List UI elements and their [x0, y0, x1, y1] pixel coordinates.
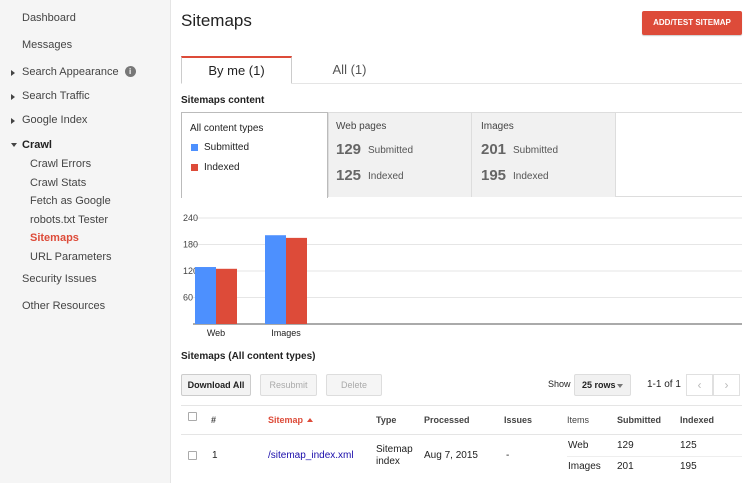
table-top-border [181, 405, 742, 406]
legend-submitted: Submitted [204, 142, 250, 153]
submitted-count: 129 [336, 141, 362, 158]
chevron-down-icon[interactable] [11, 143, 17, 147]
y-tick-label: 60 [183, 293, 193, 303]
sort-ascending-icon [307, 418, 314, 422]
bar-indexed-images [286, 237, 307, 324]
submitted-label: Submitted [368, 145, 414, 156]
sidebar: Dashboard Messages Search Appearance i Se… [0, 0, 171, 483]
delete-button[interactable]: Delete [326, 374, 382, 396]
x-tick-label: Images [271, 328, 301, 338]
sitemap-bar-chart: 60120180240Web Images [183, 213, 742, 338]
y-tick-label: 180 [183, 240, 198, 250]
y-tick-label: 240 [183, 213, 198, 223]
rows-per-page-select[interactable]: 25 rows [574, 374, 631, 396]
item-web-indexed: 125 [680, 440, 697, 451]
tab-all[interactable]: All (1) [292, 56, 407, 84]
sidebar-item-messages[interactable]: Messages [22, 39, 72, 51]
sidebar-item-robots-tester[interactable]: robots.txt Tester [30, 214, 108, 226]
col-sitemap-label: Sitemap [268, 415, 304, 425]
sitemaps-content-heading: Sitemaps content [181, 95, 265, 106]
rows-value: 25 rows [582, 380, 616, 390]
row-num: 1 [212, 450, 218, 461]
sidebar-item-security-issues[interactable]: Security Issues [22, 273, 97, 285]
submitted-count: 201 [481, 141, 507, 158]
row-issues: - [506, 450, 510, 461]
sidebar-item-label: Search Appearance [22, 66, 119, 78]
chevron-right-icon[interactable] [11, 70, 15, 76]
bar-submitted-web [195, 267, 216, 324]
col-issues: Issues [504, 415, 533, 425]
indexed-count: 195 [481, 167, 507, 184]
indexed-label: Indexed [368, 171, 404, 182]
col-indexed: Indexed [680, 415, 715, 425]
sitemaps-table-heading: Sitemaps (All content types) [181, 351, 316, 362]
indexed-swatch [191, 164, 198, 171]
sidebar-item-google-index[interactable]: Google Index [22, 114, 87, 126]
col-processed: Processed [424, 415, 470, 425]
group-label: Images [481, 121, 514, 132]
previous-page-button[interactable]: ‹ [686, 374, 713, 396]
sitemap-link[interactable]: /sitemap_index.xml [268, 450, 354, 461]
content-type-web-pages[interactable]: Web pages 129 Submitted 125 Indexed [328, 113, 471, 197]
page-title: Sitemaps [181, 11, 252, 30]
next-page-button[interactable]: › [713, 374, 740, 396]
download-all-button[interactable]: Download All [181, 374, 251, 396]
col-sitemap[interactable]: Sitemap [268, 415, 314, 425]
indexed-count: 125 [336, 167, 362, 184]
content-type-all[interactable]: All content types Submitted Indexed [181, 112, 328, 198]
sidebar-item-sitemaps[interactable]: Sitemaps [30, 232, 79, 244]
bar-submitted-images [265, 235, 286, 324]
chevron-right-icon[interactable] [11, 94, 15, 100]
submitted-swatch [191, 144, 198, 151]
item-images: Images [568, 461, 601, 472]
sidebar-item-fetch-as-google[interactable]: Fetch as Google [30, 195, 111, 207]
chevron-right-icon[interactable] [11, 118, 15, 124]
sidebar-item-search-appearance[interactable]: Search Appearance i [22, 66, 136, 78]
add-test-sitemap-button[interactable]: ADD/TEST SITEMAP [642, 11, 742, 35]
submitted-label: Submitted [513, 145, 559, 156]
sidebar-item-crawl[interactable]: Crawl [22, 139, 52, 151]
item-images-submitted: 201 [617, 461, 634, 472]
item-divider [567, 456, 742, 457]
sidebar-item-url-parameters[interactable]: URL Parameters [30, 251, 112, 263]
row-type-line1: Sitemap [376, 444, 413, 455]
show-label: Show [548, 379, 571, 389]
bar-indexed-web [216, 268, 237, 324]
resubmit-button[interactable]: Resubmit [260, 374, 317, 396]
row-type-line2: index [376, 456, 400, 467]
select-all-checkbox[interactable] [188, 412, 197, 421]
x-tick-label: Web [207, 328, 225, 338]
col-submitted: Submitted [617, 415, 661, 425]
row-processed: Aug 7, 2015 [424, 450, 478, 461]
sidebar-item-other-resources[interactable]: Other Resources [22, 300, 105, 312]
item-web-submitted: 129 [617, 440, 634, 451]
chevron-down-icon [617, 384, 623, 388]
col-type: Type [376, 415, 397, 425]
row-checkbox[interactable] [188, 451, 197, 460]
sidebar-item-dashboard[interactable]: Dashboard [22, 12, 76, 24]
legend-indexed: Indexed [204, 162, 240, 173]
content-type-label: All content types [190, 123, 264, 134]
tab-by-me[interactable]: By me (1) [181, 56, 292, 84]
pagination-range: 1-1 of 1 [647, 379, 681, 390]
sidebar-item-crawl-stats[interactable]: Crawl Stats [30, 177, 86, 189]
info-icon[interactable]: i [124, 66, 136, 77]
col-items: Items [567, 415, 590, 425]
item-web: Web [568, 440, 589, 451]
indexed-label: Indexed [513, 171, 549, 182]
sidebar-item-search-traffic[interactable]: Search Traffic [22, 90, 90, 102]
sidebar-item-crawl-errors[interactable]: Crawl Errors [30, 158, 91, 170]
item-images-indexed: 195 [680, 461, 697, 472]
col-num: # [211, 415, 217, 425]
content-type-images[interactable]: Images 201 Submitted 195 Indexed [471, 113, 616, 197]
table-header-border [181, 434, 742, 435]
group-label: Web pages [336, 121, 387, 132]
